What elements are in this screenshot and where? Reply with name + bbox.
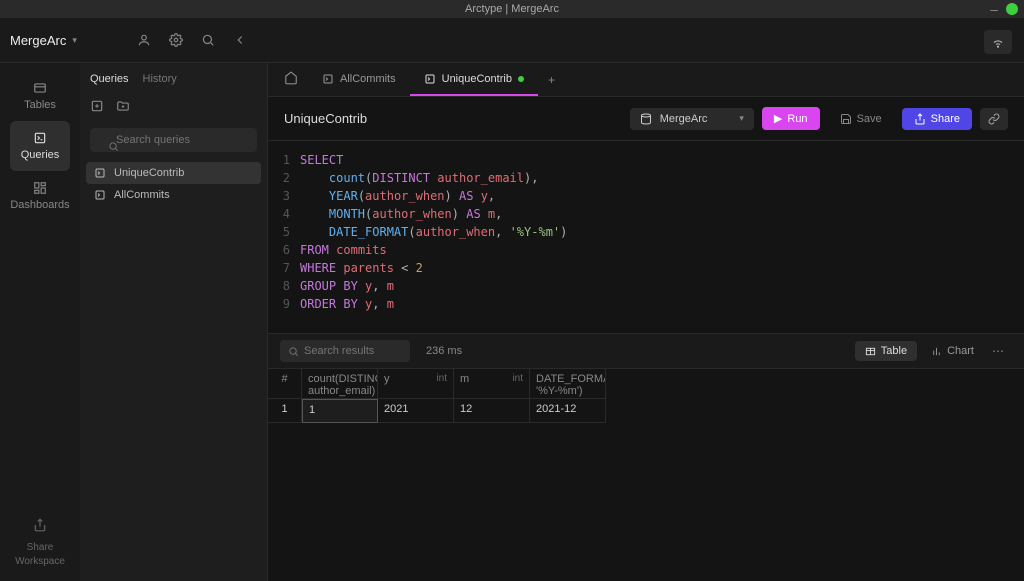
- top-bar: MergeArc ▾: [0, 18, 1024, 63]
- query-item-label: UniqueContrib: [114, 167, 184, 179]
- code-editor[interactable]: 123456789 SELECT count(DISTINCT author_e…: [268, 141, 1024, 333]
- col-index: #: [268, 369, 302, 399]
- run-button[interactable]: ▶ Run: [762, 107, 820, 130]
- execution-time: 236 ms: [426, 345, 462, 357]
- results-table: # count(DISTINCT author_email) y int m i…: [268, 369, 1024, 423]
- query-item-allcommits[interactable]: AllCommits: [86, 184, 261, 206]
- search-icon[interactable]: [201, 33, 215, 47]
- query-item-uniquecontrib[interactable]: UniqueContrib: [86, 162, 261, 184]
- titlebar: Arctype | MergeArc –: [0, 0, 1024, 18]
- col-count[interactable]: count(DISTINCT author_email): [302, 369, 378, 399]
- nav-queries[interactable]: Queries: [10, 121, 70, 171]
- view-chart-button[interactable]: Chart: [921, 341, 984, 361]
- user-icon[interactable]: [137, 33, 151, 47]
- save-label: Save: [857, 113, 882, 125]
- nav-tables[interactable]: Tables: [10, 71, 70, 121]
- view-chart-label: Chart: [947, 345, 974, 357]
- workspace-label: MergeArc: [10, 33, 66, 48]
- tab-allcommits[interactable]: AllCommits: [308, 63, 410, 96]
- share-label: Share: [931, 113, 960, 125]
- connection-status-button[interactable]: [984, 30, 1012, 54]
- gear-icon[interactable]: [169, 33, 183, 47]
- query-header: UniqueContrib MergeArc ▾ ▶ Run Save Shar…: [268, 97, 1024, 141]
- more-options-button[interactable]: ⋯: [984, 344, 1012, 358]
- database-selector[interactable]: MergeArc ▾: [630, 108, 754, 130]
- chevron-down-icon: ▾: [739, 113, 744, 124]
- cell-m[interactable]: 12: [454, 399, 530, 423]
- copy-link-button[interactable]: [980, 108, 1008, 130]
- share-workspace-button[interactable]: Share Workspace: [15, 518, 65, 569]
- db-name: MergeArc: [660, 113, 708, 125]
- tab-label: AllCommits: [340, 73, 396, 85]
- search-icon: [108, 141, 119, 155]
- nav-queries-label: Queries: [21, 149, 60, 161]
- cell-dateformat[interactable]: 2021-12: [530, 399, 606, 423]
- query-item-label: AllCommits: [114, 189, 170, 201]
- results-toolbar: 236 ms Table Chart ⋯: [268, 333, 1024, 369]
- play-icon: ▶: [774, 112, 782, 125]
- share-ws-line1: Share: [15, 541, 65, 555]
- home-tab[interactable]: [274, 71, 308, 88]
- iconbar: Tables Queries Dashboards Share Workspac…: [0, 63, 80, 581]
- chevron-down-icon: ▾: [72, 35, 77, 46]
- col-dateformat[interactable]: DATE_FORMAT(auth '%Y-%m'): [530, 369, 606, 399]
- queries-sidebar: Queries History UniqueContrib All: [80, 63, 268, 581]
- sidebar-tab-history[interactable]: History: [143, 73, 177, 85]
- share-button[interactable]: Share: [902, 108, 972, 130]
- minimize-button[interactable]: –: [990, 2, 998, 16]
- line-gutter: 123456789: [268, 151, 300, 313]
- cell-idx: 1: [268, 399, 302, 423]
- code-content[interactable]: SELECT count(DISTINCT author_email), YEA…: [300, 151, 1024, 313]
- search-icon: [288, 346, 299, 360]
- close-button[interactable]: [1006, 3, 1018, 15]
- app-title: Arctype | MergeArc: [465, 3, 559, 15]
- tab-uniquecontrib[interactable]: UniqueContrib: [410, 63, 538, 96]
- nav-dashboards-label: Dashboards: [10, 199, 69, 211]
- sidebar-tab-queries[interactable]: Queries: [90, 73, 129, 85]
- run-label: Run: [787, 113, 807, 125]
- col-y[interactable]: y int: [378, 369, 454, 399]
- new-folder-icon[interactable]: [116, 99, 130, 116]
- nav-tables-label: Tables: [24, 99, 56, 111]
- new-tab-button[interactable]: +: [538, 73, 565, 87]
- table-row[interactable]: 1 1 2021 12 2021-12: [268, 399, 1024, 423]
- chevron-left-icon[interactable]: [233, 33, 247, 47]
- save-button[interactable]: Save: [828, 108, 894, 130]
- share-ws-line2: Workspace: [15, 555, 65, 569]
- table-header: # count(DISTINCT author_email) y int m i…: [268, 369, 1024, 399]
- view-table-label: Table: [881, 345, 907, 357]
- col-m[interactable]: m int: [454, 369, 530, 399]
- view-table-button[interactable]: Table: [855, 341, 917, 361]
- dirty-indicator-icon: [518, 76, 524, 82]
- tabs-row: AllCommits UniqueContrib +: [268, 63, 1024, 97]
- tab-label: UniqueContrib: [442, 73, 512, 85]
- cell-count[interactable]: 1: [302, 399, 378, 423]
- editor-area: AllCommits UniqueContrib + UniqueContrib…: [268, 63, 1024, 581]
- new-query-icon[interactable]: [90, 99, 104, 116]
- nav-dashboards[interactable]: Dashboards: [10, 171, 70, 221]
- workspace-switcher[interactable]: MergeArc ▾: [10, 33, 77, 48]
- cell-y[interactable]: 2021: [378, 399, 454, 423]
- query-title: UniqueContrib: [284, 111, 367, 126]
- search-results-input[interactable]: [280, 340, 410, 362]
